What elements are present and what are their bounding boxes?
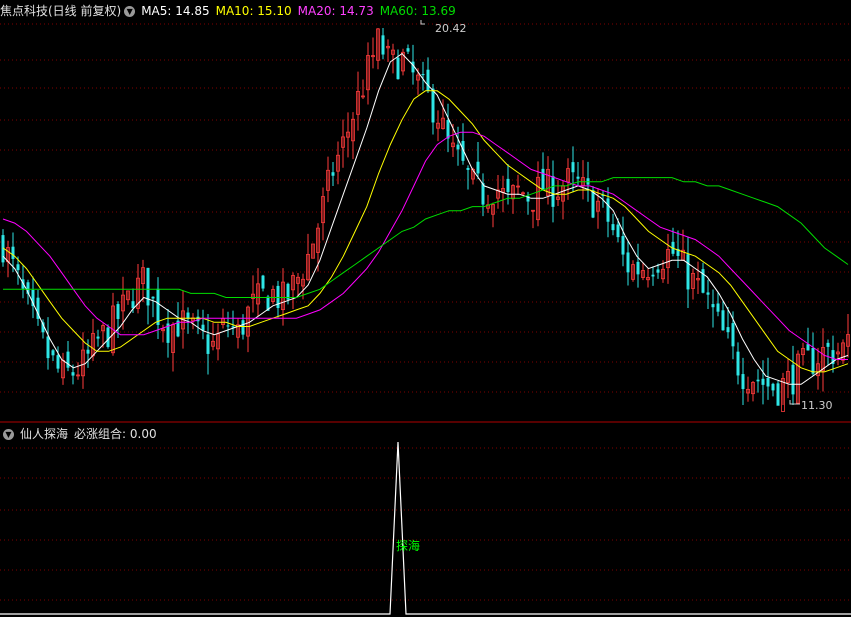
candle-body-down [721, 310, 725, 331]
candle-body-down [616, 224, 620, 238]
indicator-panel [0, 441, 851, 615]
candle-body-down [16, 264, 20, 271]
candle-body-down [421, 74, 425, 76]
indicator-line [0, 441, 851, 615]
candle-body-down [741, 374, 745, 389]
candle-body-down [756, 379, 760, 382]
low-label: 11.30 [801, 399, 833, 412]
chevron-down-icon[interactable]: ▼ [3, 429, 14, 440]
candle-body-down [96, 336, 100, 339]
candle-body-down [506, 178, 510, 193]
high-label: 20.42 [435, 22, 467, 35]
candle-body-down [541, 168, 545, 190]
candle-body-down [86, 349, 90, 354]
ma10-value: MA10: 15.10 [215, 4, 292, 18]
ma60-value: MA60: 13.69 [379, 4, 456, 18]
candle-body-down [606, 198, 610, 222]
candle-body-down [706, 292, 710, 295]
candle-body-down [776, 383, 780, 406]
candle-body-down [731, 323, 735, 347]
ma20-value: MA20: 14.73 [297, 4, 374, 18]
candle-body-down [636, 261, 640, 275]
candle-body-down [381, 35, 385, 55]
candle-body-down [56, 355, 60, 369]
candle-body-down [456, 144, 460, 150]
candle-body-down [766, 377, 770, 387]
candle-body-down [206, 334, 210, 354]
moving-average-lines [2, 52, 849, 385]
candle-body-down [226, 325, 230, 327]
indicator-value: 必涨组合: 0.00 [74, 427, 157, 441]
ma20-line [2, 131, 848, 360]
candle-body-down [466, 167, 470, 170]
chart-title: 焦点科技(日线 前复权) [0, 4, 122, 18]
candle-body-down [396, 57, 400, 80]
candle-body-down [406, 48, 410, 52]
candle-body-down [426, 69, 430, 91]
candle-body-down [71, 372, 75, 376]
candle-body-down [656, 269, 660, 273]
candle-body-down [621, 236, 625, 255]
candle-body-down [686, 254, 690, 290]
candle-body-down [51, 350, 55, 356]
ma60-line [3, 177, 849, 298]
candle-body-down [771, 383, 775, 391]
candle-body-down [46, 336, 50, 359]
candle-body-down [551, 176, 555, 207]
candle-body-down [241, 320, 245, 335]
candle-body-down [726, 327, 730, 333]
chevron-down-icon[interactable]: ▼ [124, 6, 136, 17]
candle-body-down [716, 303, 720, 312]
candle-body-down [476, 161, 480, 174]
candle-body-down [806, 344, 810, 351]
candle-body-down [626, 252, 630, 273]
candle-body-down [431, 88, 435, 123]
ma10-line [2, 90, 849, 373]
candle-body-down [331, 172, 335, 176]
candlesticks [1, 28, 850, 412]
candle-body-down [826, 342, 830, 347]
candle-body-down [156, 288, 160, 325]
candle-body-down [591, 190, 595, 218]
candle-body-down [116, 304, 120, 319]
candle-body-down [151, 296, 155, 299]
candle-body-down [791, 364, 795, 395]
high-marker: 20.42 [420, 20, 467, 35]
indicator-legend: ▼ 仙人探海 必涨组合: 0.00 [0, 423, 163, 445]
candle-body-down [106, 327, 110, 347]
stock-chart: 20.42 11.30 探海 [0, 20, 851, 615]
main-legend: 焦点科技(日线 前复权) ▼ MA5: 14.85 MA10: 15.10 MA20: … [0, 0, 462, 22]
candle-body-down [736, 351, 740, 376]
candle-body-down [761, 378, 765, 385]
indicator-title: 仙人探海 [20, 427, 69, 441]
candle-body-down [651, 274, 655, 277]
candle-body-down [571, 162, 575, 173]
signal-label: 探海 [396, 538, 420, 553]
candle-body-down [11, 246, 15, 259]
candle-body-down [611, 224, 615, 231]
candle-body-down [261, 275, 265, 289]
candle-body-down [576, 176, 580, 179]
candle-body-down [711, 304, 715, 308]
candle-body-down [811, 348, 815, 374]
ma5-value: MA5: 14.85 [141, 4, 210, 18]
